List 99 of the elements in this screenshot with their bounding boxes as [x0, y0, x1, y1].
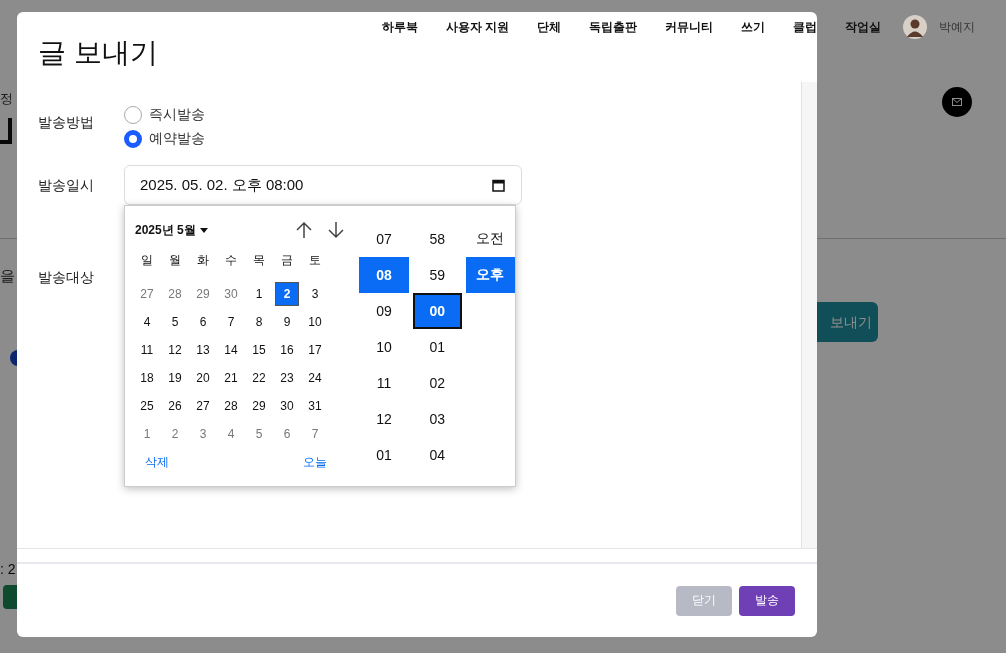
calendar-day[interactable]: 27	[135, 282, 159, 306]
calendar-day[interactable]: 21	[219, 366, 243, 390]
nav-link[interactable]: 독립출판	[589, 18, 638, 36]
weekday-label: 목	[252, 251, 266, 269]
modal-title: 글 보내기	[38, 36, 158, 70]
weekday-label: 월	[168, 251, 182, 269]
calendar-day[interactable]: 9	[275, 310, 299, 334]
calendar-day[interactable]: 2	[163, 422, 187, 446]
minute-option[interactable]: 58	[412, 221, 462, 257]
caret-icon	[199, 227, 208, 233]
calendar-icon	[492, 178, 505, 192]
date-time-field[interactable]: 2025. 05. 02. 오후 08:00	[124, 165, 522, 205]
previous-month-button[interactable]	[295, 220, 314, 240]
nav-link[interactable]: 쓰기	[741, 18, 766, 36]
month-selector[interactable]: 2025년 5월	[135, 221, 208, 239]
calendar-day[interactable]: 8	[247, 310, 271, 334]
calendar-day[interactable]: 27	[191, 394, 215, 418]
calendar-day[interactable]: 5	[163, 310, 187, 334]
calendar-day[interactable]: 5	[247, 422, 271, 446]
calendar-day[interactable]: 3	[191, 422, 215, 446]
radio-button[interactable]	[124, 130, 142, 148]
calendar-day[interactable]: 30	[275, 394, 299, 418]
clear-link[interactable]: 삭제	[145, 454, 169, 471]
text-fragment: 을	[0, 267, 15, 286]
period-option[interactable]: 오전	[465, 221, 515, 257]
weekday-label: 토	[308, 251, 322, 269]
down-arrow-icon	[328, 221, 345, 239]
calendar-day[interactable]: 1	[135, 422, 159, 446]
radio-label: 예약발송	[149, 130, 205, 148]
calendar-day[interactable]: 11	[135, 338, 159, 362]
user-name[interactable]: 박예지	[939, 18, 976, 36]
radio-label: 즉시발송	[149, 106, 205, 124]
calendar-day[interactable]: 29	[191, 282, 215, 306]
calendar-day[interactable]: 12	[163, 338, 187, 362]
calendar-day[interactable]: 7	[303, 422, 327, 446]
weekday-label: 일	[140, 251, 154, 269]
minute-option[interactable]: 03	[412, 401, 462, 437]
period-option[interactable]: 오후	[465, 257, 515, 293]
minute-option[interactable]: 02	[412, 365, 462, 401]
calendar-day[interactable]: 24	[303, 366, 327, 390]
calendar-day[interactable]: 6	[191, 310, 215, 334]
avatar-icon	[903, 15, 928, 39]
hour-option[interactable]: 12	[359, 401, 409, 437]
calendar-day[interactable]: 17	[303, 338, 327, 362]
calendar-day[interactable]: 4	[219, 422, 243, 446]
calendar-day[interactable]: 28	[163, 282, 187, 306]
calendar-day[interactable]: 16	[275, 338, 299, 362]
calendar-day[interactable]: 20	[191, 366, 215, 390]
next-month-button[interactable]	[327, 220, 346, 240]
field-label: 발송방법	[38, 113, 95, 132]
calendar-day[interactable]: 19	[163, 366, 187, 390]
calendar-day[interactable]: 26	[163, 394, 187, 418]
heading-fragment	[0, 118, 12, 144]
field-label: 발송일시	[38, 176, 95, 195]
minute-option[interactable]: 59	[412, 257, 462, 293]
minute-option[interactable]: 01	[412, 329, 462, 365]
calendar-day[interactable]: 23	[275, 366, 299, 390]
calendar-day[interactable]: 7	[219, 310, 243, 334]
calendar-day[interactable]: 1	[247, 282, 271, 306]
breadcrumb: 정	[0, 90, 13, 108]
calendar-day[interactable]: 3	[303, 282, 327, 306]
nav-link[interactable]: 작업실	[845, 18, 882, 36]
hour-option[interactable]: 01	[359, 437, 409, 473]
calendar-day[interactable]: 4	[135, 310, 159, 334]
calendar-day[interactable]: 30	[219, 282, 243, 306]
mail-button[interactable]	[942, 87, 972, 117]
calendar-day[interactable]: 13	[191, 338, 215, 362]
date-text: : 2	[0, 560, 16, 578]
nav-link[interactable]: 커뮤니티	[665, 18, 714, 36]
weekday-label: 수	[224, 251, 238, 269]
hour-option[interactable]: 11	[359, 365, 409, 401]
hour-option[interactable]: 10	[359, 329, 409, 365]
calendar-day[interactable]: 6	[275, 422, 299, 446]
send-button[interactable]: 발송	[739, 585, 795, 616]
nav-link[interactable]: 클럽	[793, 18, 818, 36]
calendar-day[interactable]: 29	[247, 394, 271, 418]
weekday-label: 화	[196, 251, 210, 269]
minute-option[interactable]: 00	[412, 293, 462, 329]
nav-link[interactable]: 하루북	[382, 18, 418, 36]
calendar-day[interactable]: 22	[247, 366, 271, 390]
nav-link[interactable]: 단체	[537, 18, 562, 36]
calendar-day[interactable]: 28	[219, 394, 243, 418]
up-arrow-icon	[296, 221, 313, 239]
hour-option[interactable]: 07	[359, 221, 409, 257]
calendar-day[interactable]: 18	[135, 366, 159, 390]
weekday-label: 금	[280, 251, 294, 269]
calendar-day[interactable]: 10	[303, 310, 327, 334]
calendar-day[interactable]: 2	[275, 282, 299, 306]
nav-link[interactable]: 사용자 지원	[446, 18, 510, 36]
calendar-day[interactable]: 14	[219, 338, 243, 362]
calendar-day[interactable]: 15	[247, 338, 271, 362]
field-label: 발송대상	[38, 268, 95, 287]
hour-option[interactable]: 08	[359, 257, 409, 293]
calendar-day[interactable]: 31	[303, 394, 327, 418]
minute-option[interactable]: 04	[412, 437, 462, 473]
mail-icon	[952, 98, 962, 106]
calendar-day[interactable]: 25	[135, 394, 159, 418]
today-link[interactable]: 오늘	[303, 454, 328, 471]
hour-option[interactable]: 09	[359, 293, 409, 329]
